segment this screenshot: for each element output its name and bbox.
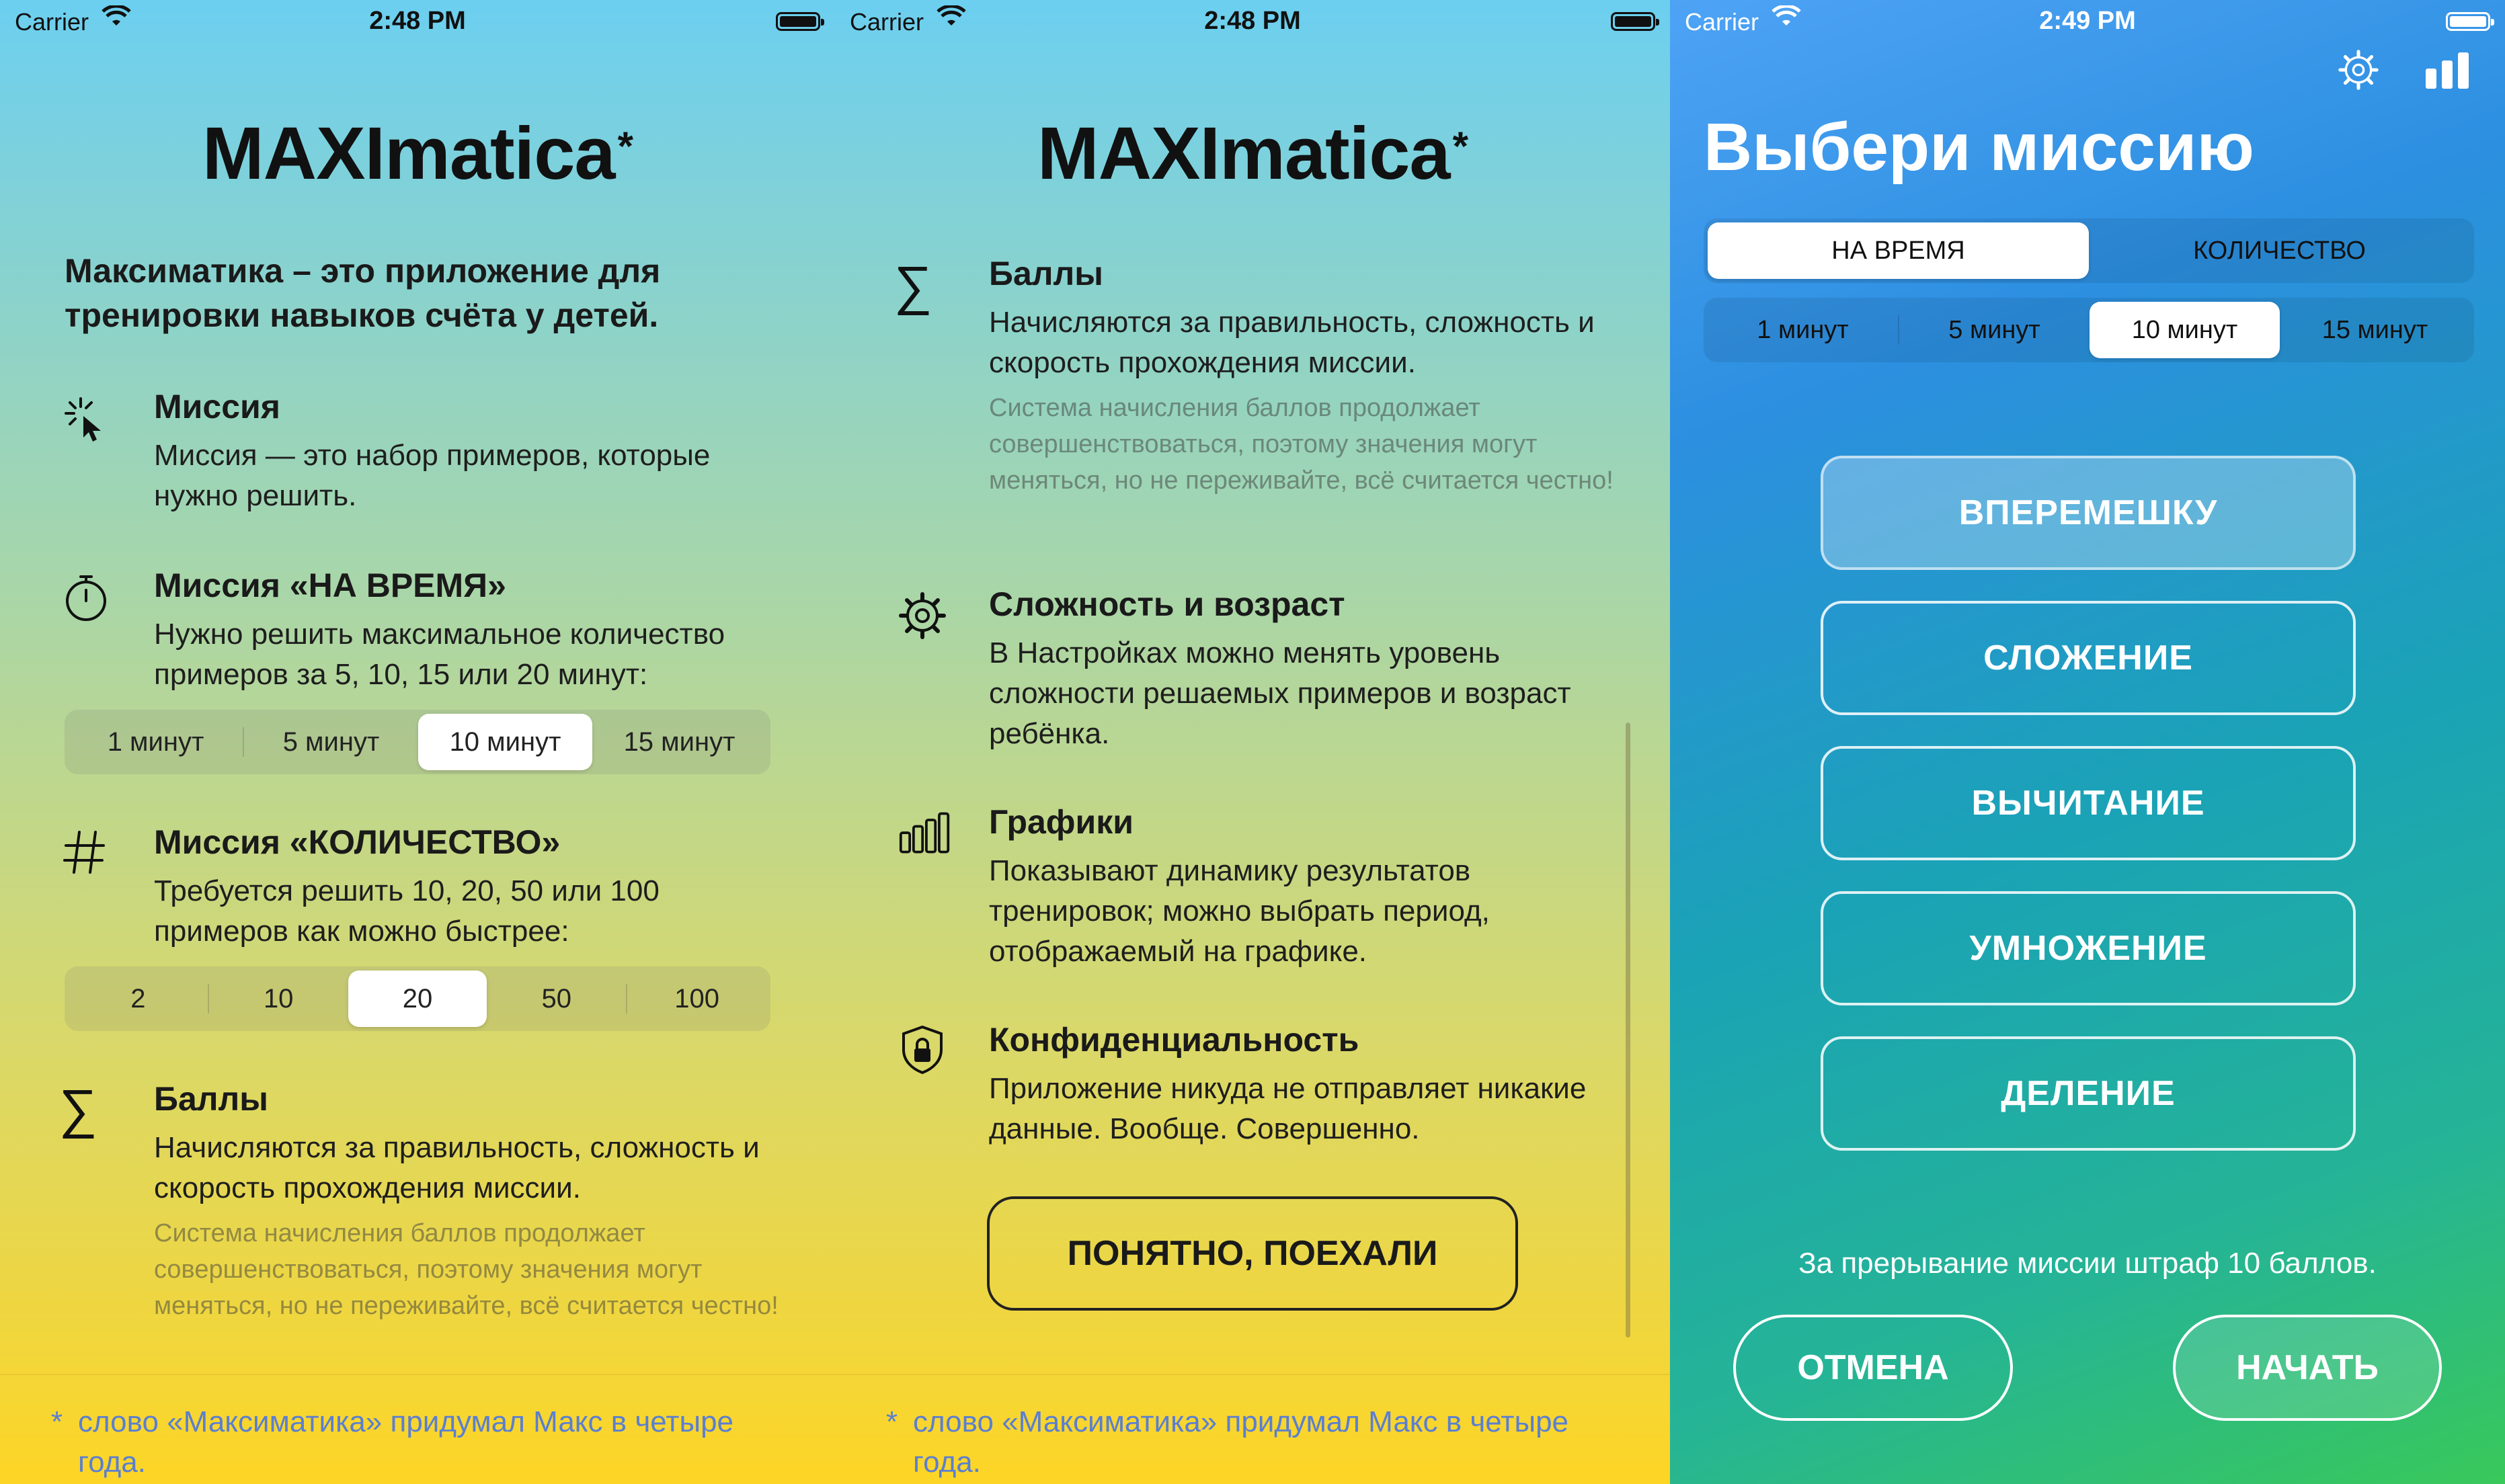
logo-text: MAXImatica <box>1037 112 1451 195</box>
subtraction-button[interactable]: ВЫЧИТАНИЕ <box>1821 746 2356 860</box>
footer-star: * <box>886 1405 898 1438</box>
section-body-timed: Нужно решить максимальное количество при… <box>154 618 725 691</box>
scrollbar[interactable] <box>1626 723 1630 1337</box>
section-note-points: Система начисления баллов продолжает сов… <box>154 1219 779 1320</box>
cancel-button[interactable]: ОТМЕНА <box>1733 1315 2013 1421</box>
battery-icon <box>2446 12 2494 31</box>
gear-icon <box>896 589 949 643</box>
section-title-privacy: Конфиденциальность <box>989 1021 1359 1059</box>
multiplication-button[interactable]: УМНОЖЕНИЕ <box>1821 891 2356 1005</box>
section-title-difficulty: Сложность и возраст <box>989 585 1345 623</box>
clock: 2:48 PM <box>369 7 466 35</box>
app-logo: MAXImatica* <box>0 111 835 196</box>
intro-text: Максиматика – это приложение для трениро… <box>65 252 661 334</box>
time-segmented-control[interactable]: 1 минут 5 минут 10 минут 15 минут <box>1704 298 2474 362</box>
section-title-count: Миссия «КОЛИЧЕСТВО» <box>154 823 561 861</box>
clock: 2:49 PM <box>2039 7 2136 35</box>
logo-star: * <box>1452 124 1468 169</box>
section-title-mission: Миссия <box>154 388 280 425</box>
sigma-icon: ∑ <box>58 1079 97 1139</box>
division-button[interactable]: ДЕЛЕНИЕ <box>1821 1036 2356 1151</box>
shield-icon <box>896 1023 949 1077</box>
time-segment[interactable]: 1 минут <box>1708 302 1898 358</box>
timer-icon <box>59 571 113 625</box>
time-segmented-control[interactable]: 1 минут 5 минут 10 минут 15 минут <box>65 710 770 774</box>
sigma-icon: ∑ <box>893 255 932 315</box>
got-it-button[interactable]: ПОНЯТНО, ПОЕХАЛИ <box>987 1196 1518 1311</box>
status-bar: Carrier 2:48 PM <box>835 0 1670 42</box>
tab-timed[interactable]: НА ВРЕМЯ <box>1708 222 2089 279</box>
clock: 2:48 PM <box>1204 7 1301 35</box>
battery-icon <box>1611 12 1659 31</box>
onboarding-screen-2: Carrier 2:48 PM MAXImatica* ∑ Баллы Начи… <box>835 0 1670 1484</box>
time-segment[interactable]: 15 минут <box>592 714 766 770</box>
cursor-icon <box>61 393 114 447</box>
time-segment-selected[interactable]: 10 минут <box>418 714 592 770</box>
tab-count[interactable]: КОЛИЧЕСТВО <box>2089 222 2470 279</box>
count-segmented-control[interactable]: 2 10 20 50 100 <box>65 966 770 1031</box>
count-segment[interactable]: 100 <box>627 971 766 1027</box>
time-segment[interactable]: 1 минут <box>69 714 243 770</box>
footer-text: слово «Максиматика» придумал Макс в четы… <box>78 1405 734 1479</box>
section-body-points: Начисляются за правильность, сложность и… <box>154 1131 760 1204</box>
gear-icon[interactable] <box>2336 47 2381 93</box>
time-segment[interactable]: 5 минут <box>244 714 418 770</box>
section-title-points: Баллы <box>154 1080 268 1118</box>
footer-divider <box>0 1374 835 1375</box>
hash-icon <box>58 825 112 879</box>
section-body-privacy: Приложение никуда не отправляет никакие … <box>989 1072 1587 1145</box>
count-segment[interactable]: 10 <box>209 971 348 1027</box>
count-segment[interactable]: 50 <box>487 971 626 1027</box>
chart-icon <box>898 807 952 860</box>
footer-star: * <box>51 1405 63 1438</box>
section-title-charts: Графики <box>989 803 1134 841</box>
section-body-mission: Миссия — это набор примеров, которые нуж… <box>154 439 711 512</box>
logo-text: MAXImatica <box>202 112 616 195</box>
addition-button[interactable]: СЛОЖЕНИЕ <box>1821 601 2356 715</box>
section-note-points: Система начисления баллов продолжает сов… <box>989 394 1614 495</box>
onboarding-screen-1: Carrier 2:48 PM MAXImatica* Максиматика … <box>0 0 835 1484</box>
count-segment[interactable]: 2 <box>69 971 208 1027</box>
status-bar: Carrier 2:49 PM <box>1670 0 2505 42</box>
section-title-timed: Миссия «НА ВРЕМЯ» <box>154 567 506 604</box>
page-title: Выбери миссию <box>1704 110 2254 185</box>
time-segment[interactable]: 15 минут <box>2280 302 2470 358</box>
mixed-button[interactable]: ВПЕРЕМЕШКУ <box>1821 456 2356 570</box>
section-body-charts: Показывают динамику результатов трениров… <box>989 854 1490 968</box>
app-logo: MAXImatica* <box>835 111 1670 196</box>
section-body-points: Начисляются за правильность, сложность и… <box>989 306 1595 379</box>
logo-star: * <box>617 124 633 169</box>
penalty-note: За прерывание миссии штраф 10 баллов. <box>1798 1247 2377 1280</box>
time-segment[interactable]: 5 минут <box>1899 302 2090 358</box>
footer-text: слово «Максиматика» придумал Макс в четы… <box>913 1405 1569 1479</box>
section-title-points: Баллы <box>989 255 1103 292</box>
time-segment-selected[interactable]: 10 минут <box>2090 302 2280 358</box>
section-body-count: Требуется решить 10, 20, 50 или 100 прим… <box>154 874 660 948</box>
battery-icon <box>776 12 824 31</box>
mode-segmented-control[interactable]: НА ВРЕМЯ КОЛИЧЕСТВО <box>1704 218 2474 283</box>
footer-divider <box>835 1374 1670 1375</box>
points-note-clip: Система начисления баллов продолжает сов… <box>154 1215 786 1343</box>
chart-icon[interactable] <box>2424 51 2471 89</box>
count-segment-selected[interactable]: 20 <box>348 971 487 1027</box>
status-bar: Carrier 2:48 PM <box>0 0 835 42</box>
section-body-difficulty: В Настройках можно менять уровень сложно… <box>989 636 1571 750</box>
start-button[interactable]: НАЧАТЬ <box>2173 1315 2442 1421</box>
mission-select-screen: Carrier 2:49 PM Выбери миссию НА ВРЕМЯ К… <box>1670 0 2505 1484</box>
